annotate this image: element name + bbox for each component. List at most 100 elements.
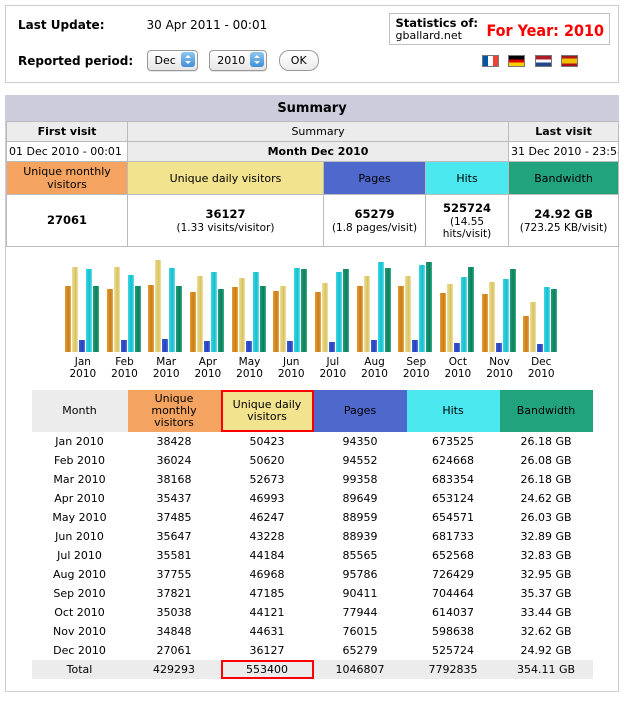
last-visit-label: Last visit xyxy=(509,122,619,142)
table-row: Apr 201035437469938964965312424.62 GB xyxy=(32,489,593,508)
chart-x-label: Sep2010 xyxy=(395,356,437,380)
month-select[interactable]: Dec xyxy=(147,50,198,71)
kpi-value-unique-monthly-visitors: 27061 xyxy=(7,195,128,247)
detail-cell-hits: 653124 xyxy=(407,489,500,508)
detail-cell-unique-monthly-visitors: 37485 xyxy=(128,508,221,527)
detail-cell-pages: 89649 xyxy=(314,489,407,508)
table-row: Mar 201038168526739935868335426.18 GB xyxy=(32,470,593,489)
chart-bar xyxy=(510,269,516,352)
statistics-of-label: Statistics of: xyxy=(396,16,478,30)
detail-cell-bandwidth: 35.37 GB xyxy=(500,584,593,603)
detail-cell-month: Sep 2010 xyxy=(32,584,128,603)
total-cell-bandwidth: 354.11 GB xyxy=(500,660,593,679)
detail-cell-hits: 654571 xyxy=(407,508,500,527)
detail-cell-hits: 704464 xyxy=(407,584,500,603)
chart-bar xyxy=(79,340,85,352)
chart-bar xyxy=(155,260,161,352)
detail-cell-hits: 726429 xyxy=(407,565,500,584)
chart-bar xyxy=(260,286,266,352)
detail-cell-bandwidth: 33.44 GB xyxy=(500,603,593,622)
table-row: Jan 201038428504239435067352526.18 GB xyxy=(32,432,593,451)
detail-cell-unique-daily-visitors: 36127 xyxy=(221,641,314,660)
detail-cell-pages: 90411 xyxy=(314,584,407,603)
chart-bar xyxy=(169,268,175,352)
detail-cell-hits: 614037 xyxy=(407,603,500,622)
chart-bar xyxy=(343,269,349,352)
detail-cell-month: May 2010 xyxy=(32,508,128,527)
detail-cell-unique-monthly-visitors: 38168 xyxy=(128,470,221,489)
statistics-of-box: Statistics of: gballard.net For Year: 20… xyxy=(389,13,610,45)
chart-bar xyxy=(412,340,418,352)
last-visit-value: 31 Dec 2010 - 23:58 xyxy=(509,142,619,162)
statistics-of-text: Statistics of: gballard.net xyxy=(396,16,478,42)
detail-cell-bandwidth: 32.95 GB xyxy=(500,565,593,584)
last-update-label: Last Update: xyxy=(18,18,143,32)
detail-cell-pages: 95786 xyxy=(314,565,407,584)
chart-bar xyxy=(371,340,377,352)
chart-bar-group xyxy=(190,257,226,352)
detail-column-header-unique-monthly-visitors: Unique monthly visitors xyxy=(128,390,221,432)
table-row: Jul 201035581441848556565256832.83 GB xyxy=(32,546,593,565)
detail-cell-unique-daily-visitors: 44184 xyxy=(221,546,314,565)
flag-spanish-icon[interactable] xyxy=(561,55,578,67)
detail-cell-month: Aug 2010 xyxy=(32,565,128,584)
kpi-number: 525724 xyxy=(428,198,506,216)
detail-total-row: Total42929355340010468077792835354.11 GB xyxy=(32,660,593,679)
detail-cell-hits: 652568 xyxy=(407,546,500,565)
chart-bar-group xyxy=(398,257,434,352)
kpi-number: 65279 xyxy=(326,204,423,222)
chart-bar-group xyxy=(65,257,101,352)
kpi-header-pages: Pages xyxy=(324,162,426,195)
table-row: May 201037485462478895965457126.03 GB xyxy=(32,508,593,527)
detail-cell-hits: 683354 xyxy=(407,470,500,489)
detail-cell-pages: 85565 xyxy=(314,546,407,565)
detail-cell-unique-daily-visitors: 50620 xyxy=(221,451,314,470)
detail-cell-bandwidth: 32.83 GB xyxy=(500,546,593,565)
detail-cell-pages: 88939 xyxy=(314,527,407,546)
detail-cell-month: Nov 2010 xyxy=(32,622,128,641)
chart-bar xyxy=(246,341,252,352)
detail-cell-unique-daily-visitors: 46968 xyxy=(221,565,314,584)
detail-cell-unique-daily-visitors: 46247 xyxy=(221,508,314,527)
last-update-value: 30 Apr 2011 - 00:01 xyxy=(147,18,268,32)
detail-cell-unique-daily-visitors: 50423 xyxy=(221,432,314,451)
detail-cell-pages: 77944 xyxy=(314,603,407,622)
chart-bar xyxy=(86,269,92,352)
kpi-value-pages: 65279 (1.8 pages/visit) xyxy=(324,195,426,247)
chart-x-label: Aug2010 xyxy=(354,356,396,380)
host-name: gballard.net xyxy=(396,29,478,42)
monthly-detail-table: MonthUnique monthly visitorsUnique daily… xyxy=(32,390,593,679)
ok-button[interactable]: OK xyxy=(279,50,319,71)
chart-bar xyxy=(280,286,286,353)
chart-bar-group xyxy=(315,257,351,352)
chart-bar xyxy=(253,272,259,352)
detail-cell-unique-monthly-visitors: 37821 xyxy=(128,584,221,603)
detail-cell-bandwidth: 24.92 GB xyxy=(500,641,593,660)
detail-column-header-bandwidth: Bandwidth xyxy=(500,390,593,432)
chart-bar xyxy=(176,286,182,353)
reported-period-label: Reported period: xyxy=(18,54,143,68)
flag-dutch-icon[interactable] xyxy=(535,55,552,67)
chart-bar xyxy=(315,292,321,352)
flag-german-icon[interactable] xyxy=(508,55,525,67)
year-select[interactable]: 2010 xyxy=(209,50,267,71)
table-row: Jun 201035647432288893968173332.89 GB xyxy=(32,527,593,546)
detail-cell-unique-daily-visitors: 44631 xyxy=(221,622,314,641)
chevron-updown-icon xyxy=(181,52,195,67)
total-cell-unique-monthly-visitors: 429293 xyxy=(128,660,221,679)
kpi-number: 27061 xyxy=(9,210,125,228)
table-row: Sep 201037821471859041170446435.37 GB xyxy=(32,584,593,603)
chart-bar xyxy=(482,294,488,352)
detail-cell-month: Feb 2010 xyxy=(32,451,128,470)
chart-bar-group xyxy=(232,257,268,352)
kpi-subtext xyxy=(9,228,125,231)
for-year-label: For Year: 2010 xyxy=(486,16,604,46)
flag-french-icon[interactable] xyxy=(482,55,499,67)
kpi-number: 24.92 GB xyxy=(511,204,616,222)
detail-cell-pages: 76015 xyxy=(314,622,407,641)
detail-cell-pages: 94350 xyxy=(314,432,407,451)
kpi-header-bandwidth: Bandwidth xyxy=(509,162,619,195)
chart-bar xyxy=(190,292,196,352)
detail-cell-unique-monthly-visitors: 35647 xyxy=(128,527,221,546)
chart-bar-group xyxy=(107,257,143,352)
